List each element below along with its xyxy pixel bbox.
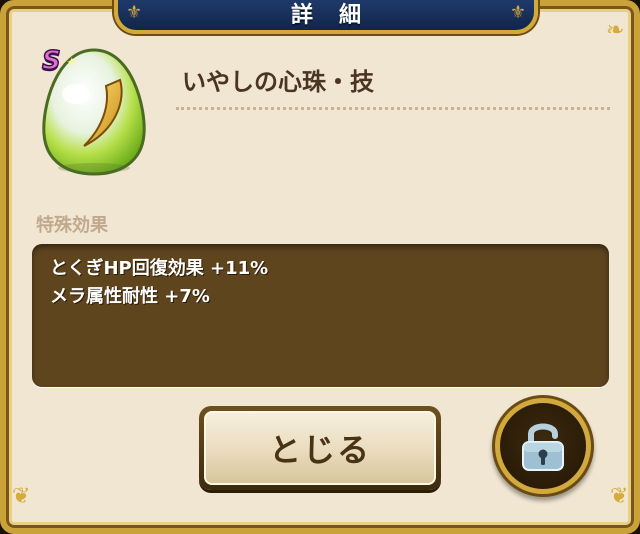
corner-flourish-icon: ❧ <box>606 18 625 43</box>
dialog-header: ⚜ 詳細 ⚜ <box>114 0 538 34</box>
effect-line: とくぎHP回復効果 +11% <box>50 258 269 279</box>
header-fleur-icon: ⚜ <box>509 2 526 23</box>
close-button-label: とじる <box>268 431 371 469</box>
unlocked-padlock-icon <box>522 423 564 471</box>
effects-section-label: 特殊効果 <box>36 215 108 236</box>
dialog-title: 詳細 <box>290 3 387 28</box>
title-divider <box>176 107 610 110</box>
effect-line: メラ属性耐性 +7% <box>50 286 210 307</box>
corner-flourish-icon: ❦ <box>12 484 31 509</box>
lock-toggle-button[interactable] <box>500 403 586 489</box>
close-button[interactable]: とじる <box>199 406 441 490</box>
item-name: いやしの心珠・技 <box>182 68 374 96</box>
corner-flourish-icon: ❦ <box>610 484 629 509</box>
close-button-face: とじる <box>204 411 436 485</box>
effects-panel: とくぎHP回復効果 +11% メラ属性耐性 +7% <box>32 244 609 387</box>
rank-badge: S <box>41 45 61 77</box>
header-fleur-icon: ⚜ <box>126 2 143 23</box>
detail-dialog: ❦ ❦ ❧ ⚜ 詳細 ⚜ S ✦ いやしの心珠・技 特殊効果 とくぎHP回復効果… <box>0 0 640 534</box>
sparkle-icon: ✦ <box>66 55 78 71</box>
